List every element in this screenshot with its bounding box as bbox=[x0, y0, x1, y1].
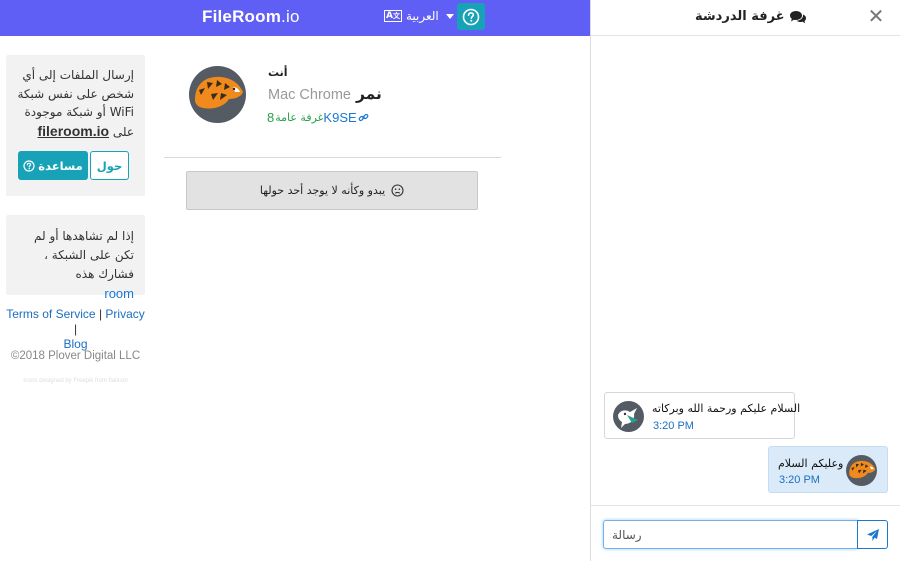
chat-message-sent: وعليكم السلام 3:20 PM bbox=[768, 446, 888, 493]
help-button[interactable] bbox=[457, 3, 485, 30]
user-name-line: Mac Chrome نمر bbox=[268, 85, 382, 103]
translate-icon: A文 bbox=[384, 10, 402, 22]
link-separator: | bbox=[98, 307, 103, 321]
message-time: 3:20 PM bbox=[779, 474, 820, 486]
chat-input-bar bbox=[591, 505, 900, 561]
fileroom-link[interactable]: fileroom.io bbox=[37, 123, 109, 139]
room-code[interactable]: K9SE bbox=[323, 110, 356, 125]
chat-header: غرفة الدردشة ✕ bbox=[591, 0, 900, 36]
about-button[interactable]: حول bbox=[90, 151, 129, 180]
share-room-link[interactable]: room bbox=[104, 286, 134, 301]
intro-card: إرسال الملفات إلى أي شخص على نفس شبكة Wi… bbox=[6, 55, 145, 196]
terms-link[interactable]: Terms of Service bbox=[6, 307, 95, 321]
question-circle-icon bbox=[462, 8, 480, 25]
chat-message-received: السلام عليكم ورحمة الله وبركاته 3:20 PM bbox=[604, 392, 800, 439]
frown-icon bbox=[391, 184, 404, 197]
message-input[interactable] bbox=[603, 520, 858, 549]
bird-avatar bbox=[613, 401, 644, 432]
divider bbox=[164, 157, 501, 158]
message-time: 3:20 PM bbox=[653, 420, 694, 432]
top-navbar: FileRoom.io A文 العربية bbox=[0, 0, 590, 36]
tiger-avatar bbox=[189, 66, 246, 123]
paper-plane-icon bbox=[866, 528, 879, 541]
privacy-link[interactable]: Privacy bbox=[105, 307, 144, 321]
link-separator: | bbox=[73, 322, 78, 336]
message-text: السلام عليكم ورحمة الله وبركاته bbox=[652, 402, 801, 415]
share-card: إذا لم تشاهدها أو لم تكن على الشبكة ، فش… bbox=[6, 215, 145, 301]
room-public-label: غرفة عامة bbox=[275, 111, 324, 124]
question-circle-icon bbox=[23, 159, 35, 172]
blog-link[interactable]: Blog bbox=[63, 337, 87, 351]
intro-text: إرسال الملفات إلى أي شخص على نفس شبكة Wi… bbox=[17, 68, 134, 139]
brand-logo[interactable]: FileRoom.io bbox=[202, 7, 300, 27]
message-text: وعليكم السلام bbox=[778, 457, 844, 470]
language-label: العربية bbox=[405, 9, 439, 23]
chat-title: غرفة الدردشة bbox=[695, 9, 807, 24]
language-dropdown[interactable]: A文 العربية bbox=[384, 9, 454, 23]
share-text: إذا لم تشاهدها أو لم تكن على الشبكة ، فش… bbox=[34, 229, 134, 301]
tiger-avatar bbox=[846, 455, 877, 486]
icon-credit: Icons designed by Freepik from flaticon bbox=[23, 378, 128, 384]
comments-icon bbox=[789, 10, 806, 23]
chevron-down-icon bbox=[445, 13, 454, 19]
copyright: ©2018 Plover Digital LLC bbox=[10, 350, 141, 362]
no-peers-alert: يبدو وكأنه لا يوجد أحد حولها bbox=[186, 171, 478, 210]
footer-links: Terms of Service | Privacy | Blog bbox=[6, 307, 145, 352]
chat-panel: غرفة الدردشة ✕ السلام عليكم ورحمة الله و… bbox=[590, 0, 900, 561]
help-button-label: مساعدة bbox=[38, 158, 83, 173]
link-icon bbox=[358, 113, 369, 122]
close-icon[interactable]: ✕ bbox=[866, 6, 886, 26]
user-name: نمر bbox=[356, 85, 382, 103]
you-label: أنت bbox=[268, 66, 288, 79]
send-button[interactable] bbox=[857, 520, 888, 549]
help-button-sidebar[interactable]: مساعدة bbox=[18, 151, 88, 180]
device-name: Mac Chrome bbox=[268, 87, 351, 103]
no-peers-message: يبدو وكأنه لا يوجد أحد حولها bbox=[259, 184, 386, 197]
app-root: FileRoom.io A文 العربية إرسال الملفات إلى… bbox=[0, 0, 900, 561]
room-member-count: 8 bbox=[267, 110, 275, 125]
room-info[interactable]: 8 غرفة عامة K9SE bbox=[267, 110, 369, 125]
